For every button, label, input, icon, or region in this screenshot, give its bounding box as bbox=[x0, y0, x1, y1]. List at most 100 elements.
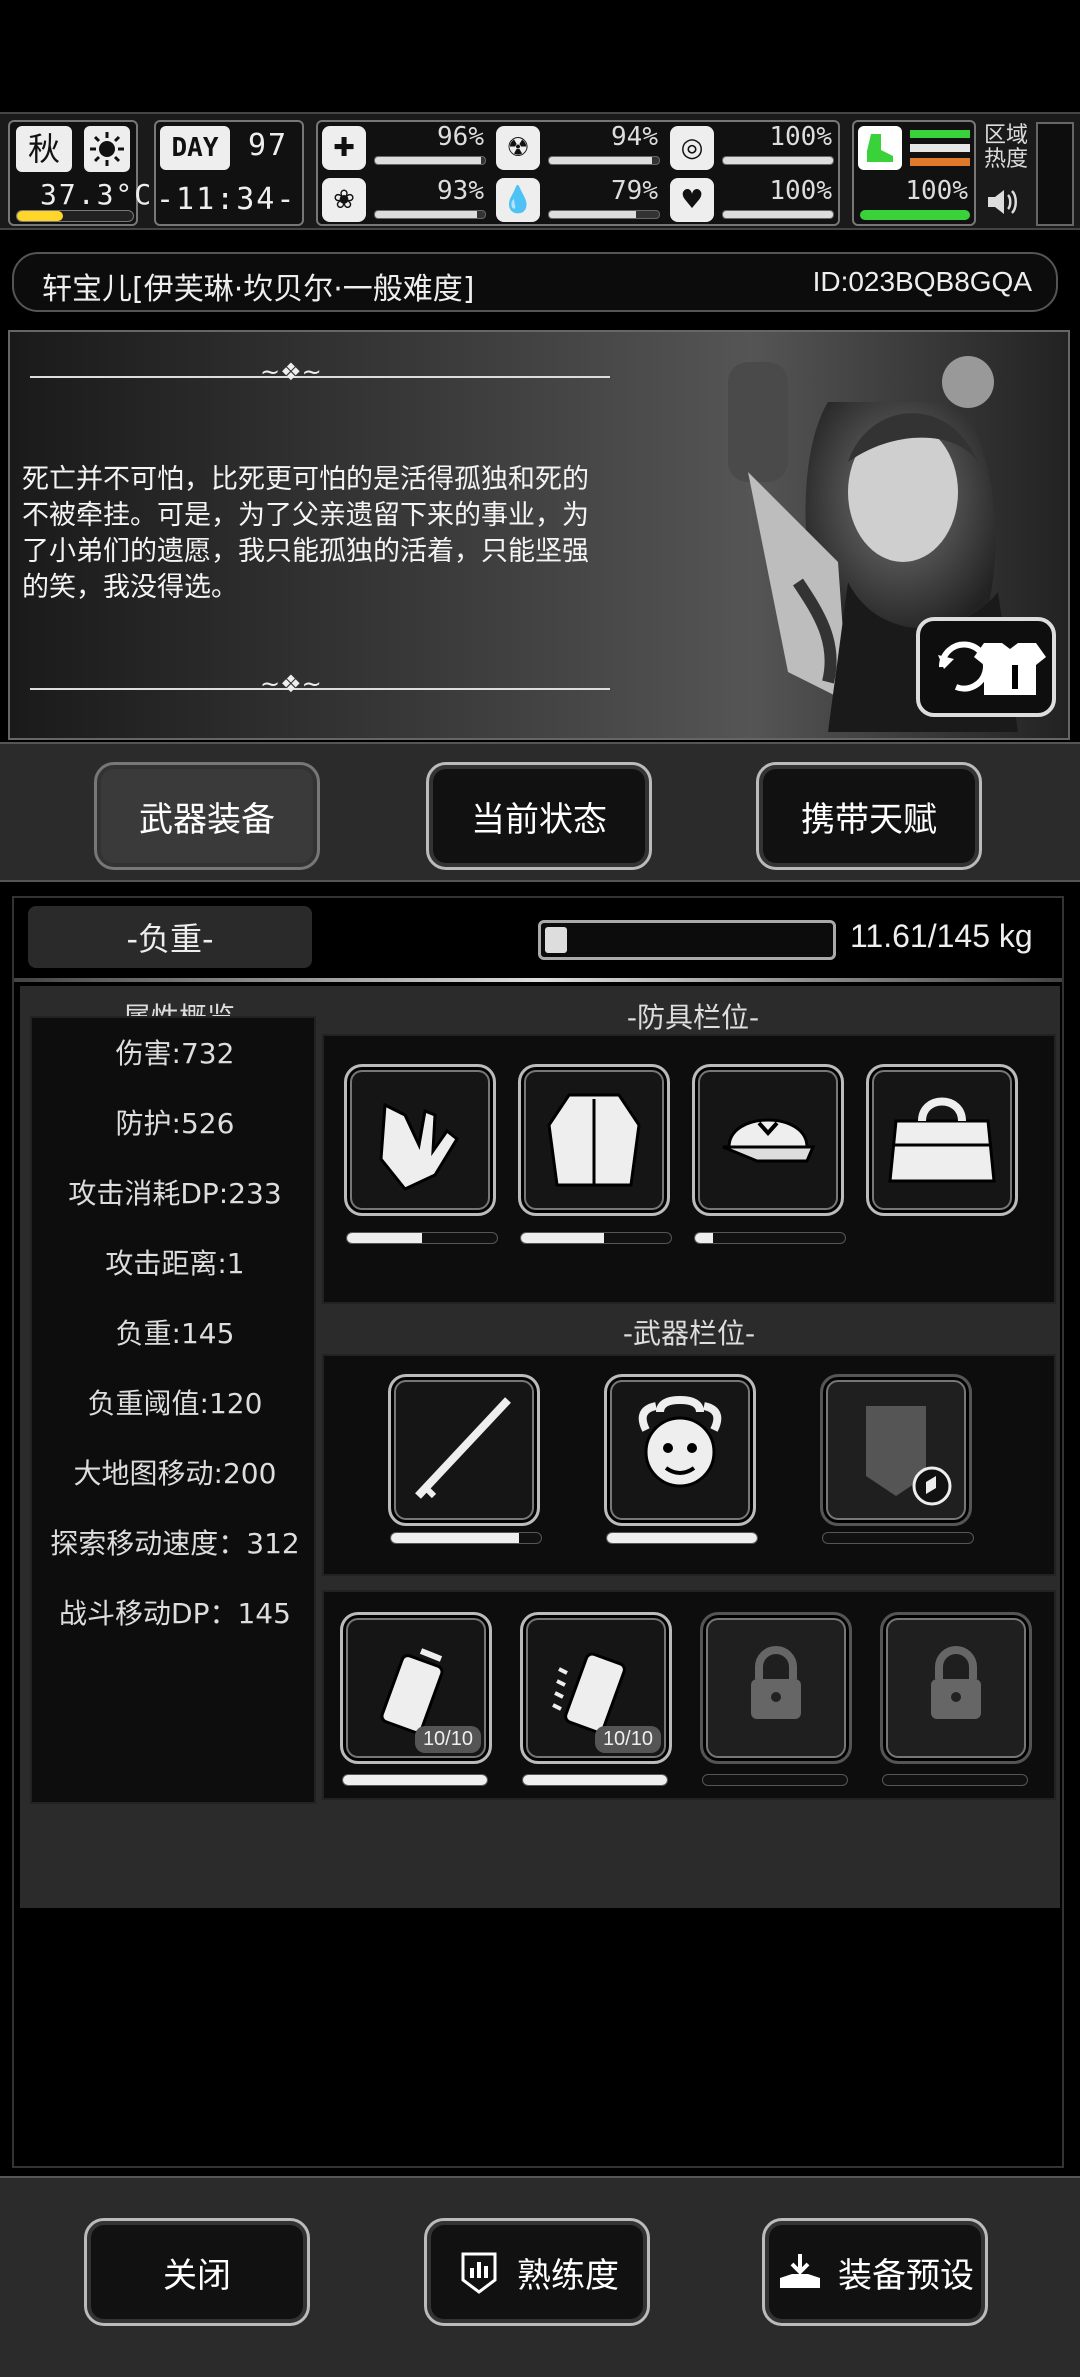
armor-slot-bag[interactable] bbox=[866, 1064, 1018, 1216]
weapons-title: -武器栏位- bbox=[622, 1317, 756, 1350]
quick-item-slots: 10/10 10/10 bbox=[322, 1590, 1056, 1800]
attr-defense: 防护:526 bbox=[115, 1107, 235, 1140]
armor-durability-cap bbox=[694, 1232, 846, 1244]
coat-icon bbox=[547, 1093, 641, 1187]
tab-bar: 武器装备 当前状态 携带天赋 bbox=[0, 742, 1080, 882]
weapon-slot-shield[interactable] bbox=[820, 1374, 972, 1526]
weight-bar bbox=[538, 920, 836, 960]
attr-attack-range: 攻击距离:1 bbox=[105, 1247, 245, 1280]
attr-explore-speed: 探索移动速度：312 bbox=[50, 1527, 300, 1560]
proficiency-button-label: 熟练度 bbox=[517, 2255, 619, 2296]
item-durability-locked-1 bbox=[702, 1774, 848, 1786]
temperature: 37.3°C bbox=[40, 178, 154, 211]
change-outfit-button[interactable] bbox=[916, 617, 1056, 717]
item-slot-locked-2[interactable] bbox=[880, 1612, 1032, 1764]
region-heat-label: 区域 热度 bbox=[984, 123, 1029, 172]
stat-health-bar bbox=[374, 156, 486, 165]
attr-damage: 伤害:732 bbox=[115, 1037, 235, 1070]
cap-icon bbox=[722, 1118, 816, 1163]
stat-medicine-bar bbox=[722, 156, 834, 165]
temperature-bar bbox=[16, 210, 134, 222]
day-label: DAY bbox=[160, 126, 230, 170]
spiked-grenade-count: 10/10 bbox=[594, 1726, 661, 1753]
armor-title: -防具栏位- bbox=[626, 1001, 760, 1034]
item-durability-grenade bbox=[342, 1774, 488, 1786]
season-label: 秋 bbox=[16, 126, 72, 172]
item-durability-spiked-grenade bbox=[522, 1774, 668, 1786]
stat-hunger-bar bbox=[548, 156, 660, 165]
attr-weight-capacity: 负重:145 bbox=[115, 1317, 235, 1350]
item-slot-grenade[interactable]: 10/10 bbox=[340, 1612, 492, 1764]
grenade-count: 10/10 bbox=[414, 1726, 481, 1753]
armor-durability-coat bbox=[520, 1232, 672, 1244]
water-drop-icon: 💧 bbox=[496, 178, 540, 222]
armor-slot-gloves[interactable] bbox=[344, 1064, 496, 1216]
sun-icon bbox=[84, 126, 130, 172]
bottom-action-bar: 关闭 熟练度 装备预设 bbox=[0, 2176, 1080, 2377]
close-button[interactable]: 关闭 bbox=[84, 2218, 310, 2326]
stat-hunger-value: 94% bbox=[611, 122, 658, 152]
preset-icon bbox=[780, 2254, 820, 2288]
pill-icon: ◎ bbox=[670, 126, 714, 170]
weight-divider bbox=[14, 978, 1062, 982]
speaker-icon[interactable] bbox=[984, 184, 1024, 220]
game-clock: -11:34- bbox=[156, 182, 297, 217]
stat-medicine-value: 100% bbox=[769, 122, 832, 152]
spear-icon bbox=[415, 1397, 511, 1499]
tab-carried-talents[interactable]: 携带天赋 bbox=[756, 762, 982, 870]
weight-label: -负重- bbox=[28, 906, 312, 968]
character-quote: 死亡并不可怕，比死更可怕的是活得孤独和死的不被牵挂。可是，为了父亲遗留下来的事业… bbox=[22, 464, 589, 603]
boot-icon bbox=[858, 126, 902, 170]
heart-icon: ♥ bbox=[670, 178, 714, 222]
armor-slot-coat[interactable] bbox=[518, 1064, 670, 1216]
medusa-icon bbox=[638, 1395, 722, 1488]
stomach-icon: ☢ bbox=[496, 126, 540, 170]
lock-icon bbox=[751, 1646, 801, 1719]
weapon-slot-spear[interactable] bbox=[388, 1374, 540, 1526]
item-slot-spiked-grenade[interactable]: 10/10 bbox=[520, 1612, 672, 1764]
character-name-bar: 轩宝儿[伊芙琳·坎贝尔·一般难度] ID:023BQB8GQA bbox=[12, 252, 1058, 312]
day-count: 97 bbox=[248, 128, 289, 163]
character-id: ID:023BQB8GQA bbox=[812, 266, 1032, 297]
attr-attack-dp: 攻击消耗DP:233 bbox=[68, 1177, 282, 1210]
stat-thirst-value: 79% bbox=[611, 176, 658, 206]
proficiency-icon bbox=[461, 2252, 497, 2294]
stat-mood-bar bbox=[722, 210, 834, 219]
bag-icon bbox=[888, 1097, 996, 1183]
gloves-icon bbox=[379, 1102, 459, 1191]
equipment-preset-button[interactable]: 装备预设 bbox=[762, 2218, 988, 2326]
stat-sanity-value: 93% bbox=[437, 176, 484, 206]
weapon-slot-medusa[interactable] bbox=[604, 1374, 756, 1526]
stamina-value: 100% bbox=[905, 176, 968, 206]
region-heat-meter bbox=[1036, 122, 1074, 226]
weapon-durability-medusa bbox=[606, 1532, 758, 1544]
attr-weight-threshold: 负重阈值:120 bbox=[87, 1387, 263, 1420]
attr-map-movement: 大地图移动:200 bbox=[73, 1457, 277, 1490]
weapon-slots bbox=[322, 1354, 1056, 1576]
close-button-label: 关闭 bbox=[163, 2255, 231, 2296]
preset-button-label: 装备预设 bbox=[838, 2255, 974, 2296]
tab-current-status[interactable]: 当前状态 bbox=[426, 762, 652, 870]
tab-weapons-equipment[interactable]: 武器装备 bbox=[94, 762, 320, 870]
ornament-icon-bottom: ~❖~ bbox=[260, 670, 322, 698]
lock-icon bbox=[931, 1646, 981, 1719]
stat-sanity-bar bbox=[374, 210, 486, 219]
stamina-bar bbox=[860, 210, 970, 220]
proficiency-button[interactable]: 熟练度 bbox=[424, 2218, 650, 2326]
attributes-list: 伤害:732 防护:526 攻击消耗DP:233 攻击距离:1 负重:145 负… bbox=[30, 1016, 316, 1804]
vital-stats: ✚ 96% ☢ 94% ◎ 100% ❀ 93% 💧 79% ♥ 100% bbox=[316, 120, 840, 226]
season-box: 秋 37.3°C bbox=[8, 120, 151, 226]
armor-slot-cap[interactable] bbox=[692, 1064, 844, 1216]
character-name: 轩宝儿[伊芙琳·坎贝尔·一般难度] bbox=[42, 272, 475, 307]
ornament-icon-top: ~❖~ bbox=[260, 358, 322, 386]
item-durability-locked-2 bbox=[882, 1774, 1028, 1786]
weapon-durability-shield bbox=[822, 1532, 974, 1544]
armor-durability-gloves bbox=[346, 1232, 498, 1244]
item-slot-locked-1[interactable] bbox=[700, 1612, 852, 1764]
day-box: DAY 97 -11:34- bbox=[154, 120, 304, 226]
weapon-durability-spear bbox=[390, 1532, 542, 1544]
stat-health-value: 96% bbox=[437, 122, 484, 152]
medkit-icon: ✚ bbox=[322, 126, 366, 170]
attr-combat-move-dp: 战斗移动DP：145 bbox=[59, 1597, 291, 1630]
shield-icon bbox=[866, 1406, 952, 1506]
